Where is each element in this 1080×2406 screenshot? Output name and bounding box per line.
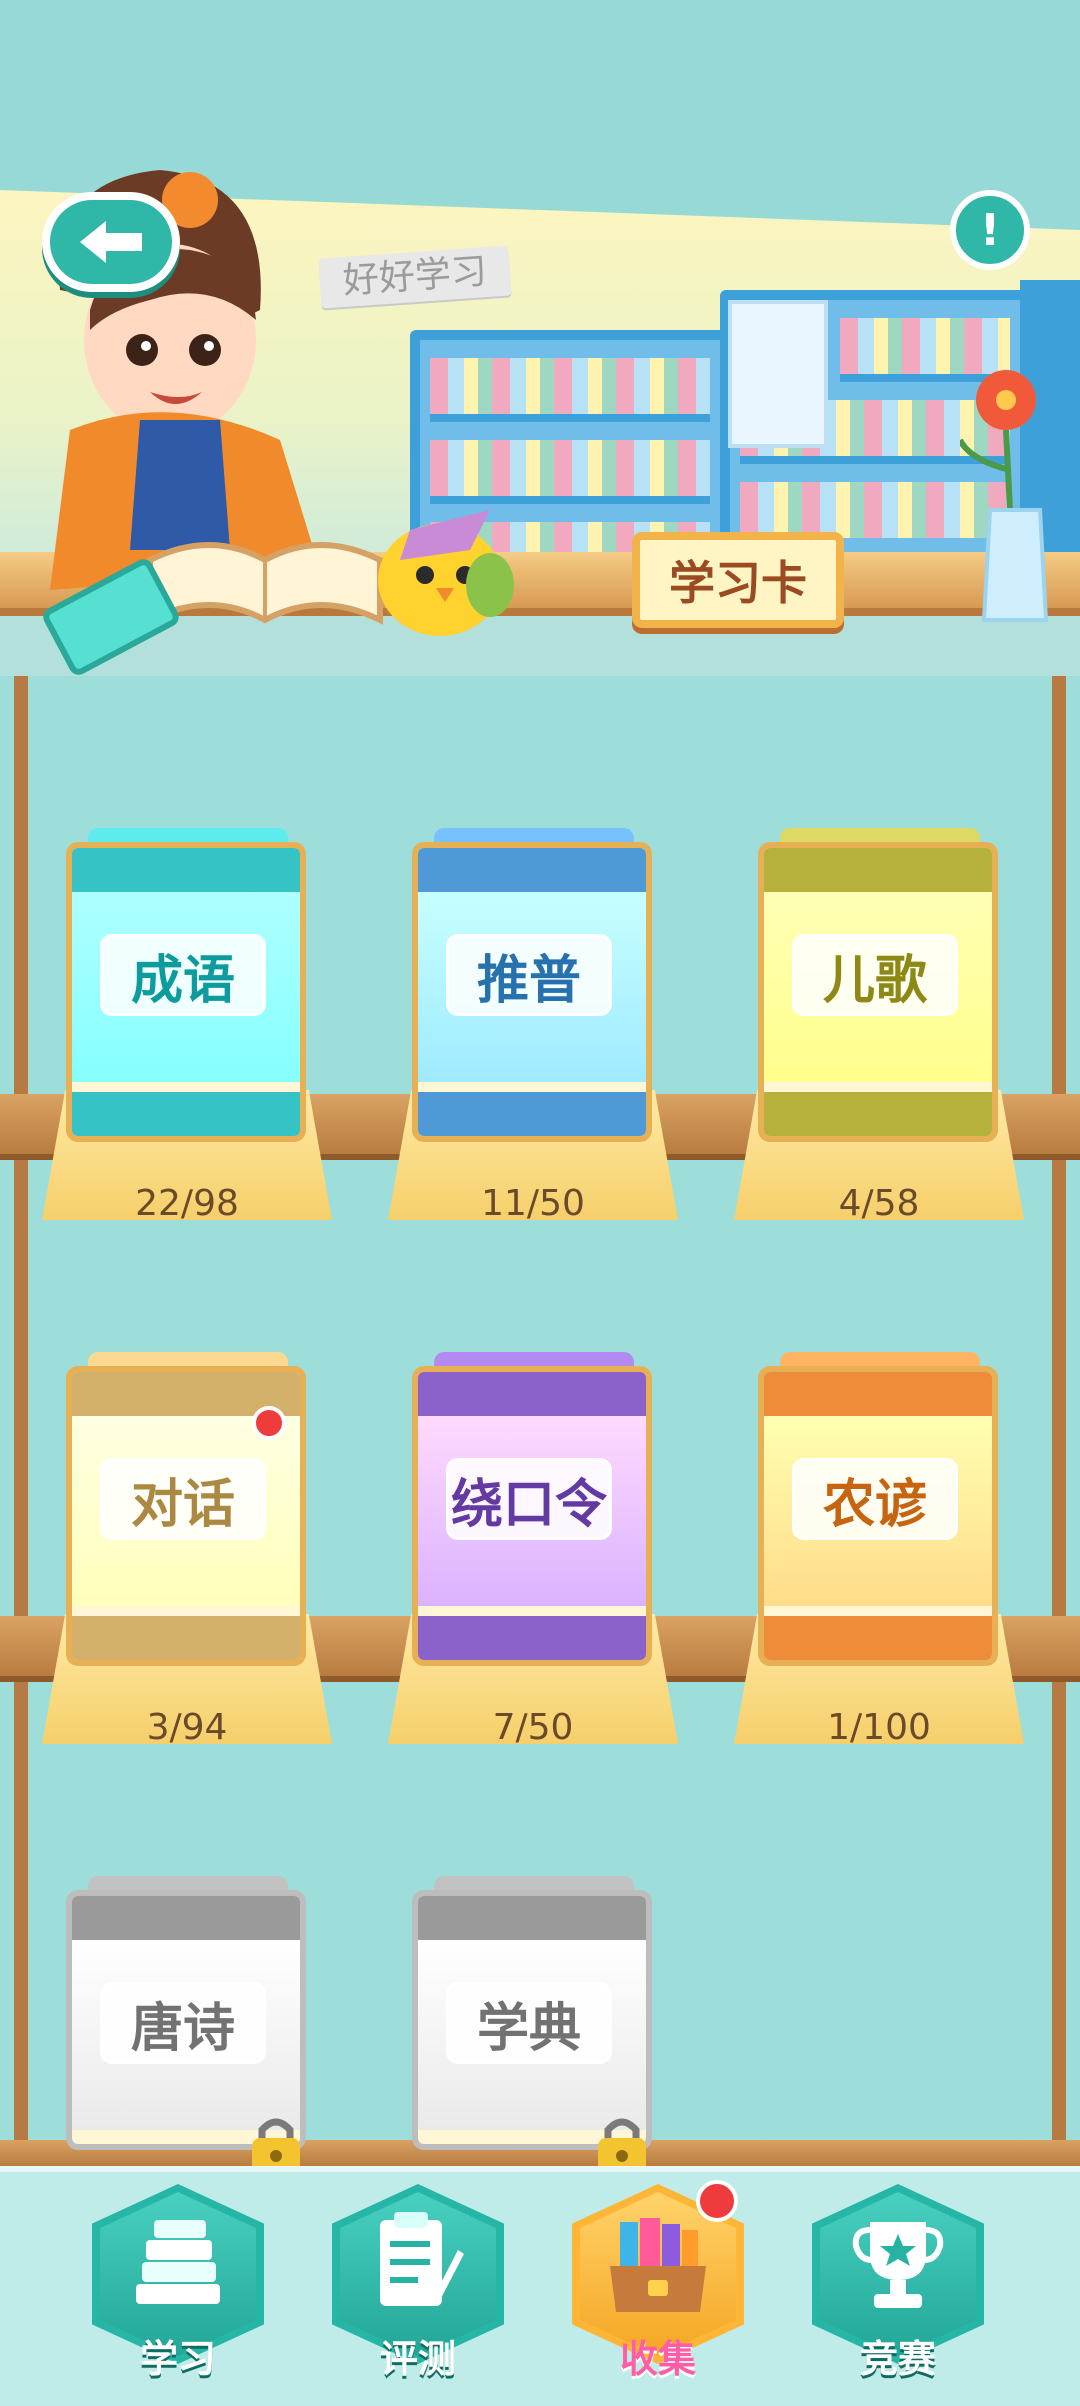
lock-icon [598, 2118, 646, 2174]
books-icon [136, 2220, 220, 2304]
nav-tab-collect[interactable]: 收集 [572, 2180, 744, 2384]
test-clipboard-icon [380, 2212, 464, 2306]
collection-card-title: 对话 [100, 1458, 266, 1540]
nav-tab-label: 收集 [619, 2337, 696, 2381]
trophy-icon [852, 2222, 944, 2308]
shelf-post-left [14, 676, 28, 2166]
lock-icon [252, 2118, 300, 2174]
calendar-icon [728, 300, 828, 448]
collection-card-dialogue[interactable]: 对话 [66, 1352, 306, 1666]
collection-progress: 11/50 [481, 1183, 585, 1224]
nav-tab-label: 竞赛 [859, 2337, 936, 2381]
info-icon: ! [979, 204, 1001, 256]
shelf-post-right [1052, 676, 1066, 2166]
nav-tab-label: 评测 [379, 2337, 456, 2381]
collection-card-tongue-twisters[interactable]: 绕口令 [412, 1352, 652, 1666]
collection-card-title: 唐诗 [100, 1982, 266, 2064]
collection-progress: 3/94 [146, 1707, 228, 1748]
study-card-label: 学习卡 [669, 556, 807, 610]
nav-tab-study[interactable]: 学习 [92, 2184, 264, 2384]
collection-card-title: 绕口令 [446, 1458, 612, 1540]
nav-tab-label: 学习 [139, 2337, 216, 2381]
back-button[interactable] [42, 192, 180, 292]
collection-card-title: 学典 [446, 1982, 612, 2064]
collection-card-title: 农谚 [792, 1458, 958, 1540]
collection-progress: 4/58 [838, 1183, 920, 1224]
collection-card-title: 儿歌 [792, 934, 958, 1016]
collection-card-tang-poems[interactable]: 唐诗 [66, 1876, 306, 2190]
collection-card-title: 推普 [446, 934, 612, 1016]
nav-tab-competition[interactable]: 竞赛 [812, 2184, 984, 2384]
chick-mascot-illustration [378, 510, 514, 636]
collection-card-dictionary[interactable]: 学典 [412, 1876, 652, 2190]
new-badge [252, 1406, 286, 1440]
collection-progress: 7/50 [492, 1707, 574, 1748]
back-arrow-icon [80, 221, 142, 263]
collection-progress: 22/98 [135, 1183, 239, 1224]
collection-card-nursery-rhymes[interactable]: 儿歌 [758, 828, 998, 1142]
collection-card-putonghua[interactable]: 推普 [412, 828, 652, 1142]
collection-progress: 1/100 [827, 1707, 931, 1748]
study-card-button[interactable]: 学习卡 [632, 532, 844, 628]
info-button[interactable]: ! [950, 190, 1030, 270]
collection-card-title: 成语 [100, 934, 266, 1016]
collection-card-farming-proverbs[interactable]: 农谚 [758, 1352, 998, 1666]
new-badge [696, 2180, 738, 2222]
collection-card-idioms[interactable]: 成语 [66, 828, 306, 1142]
treasure-box-icon [610, 2218, 706, 2312]
flower-vase-illustration [960, 370, 1049, 622]
nav-tab-test[interactable]: 评测 [332, 2184, 504, 2384]
